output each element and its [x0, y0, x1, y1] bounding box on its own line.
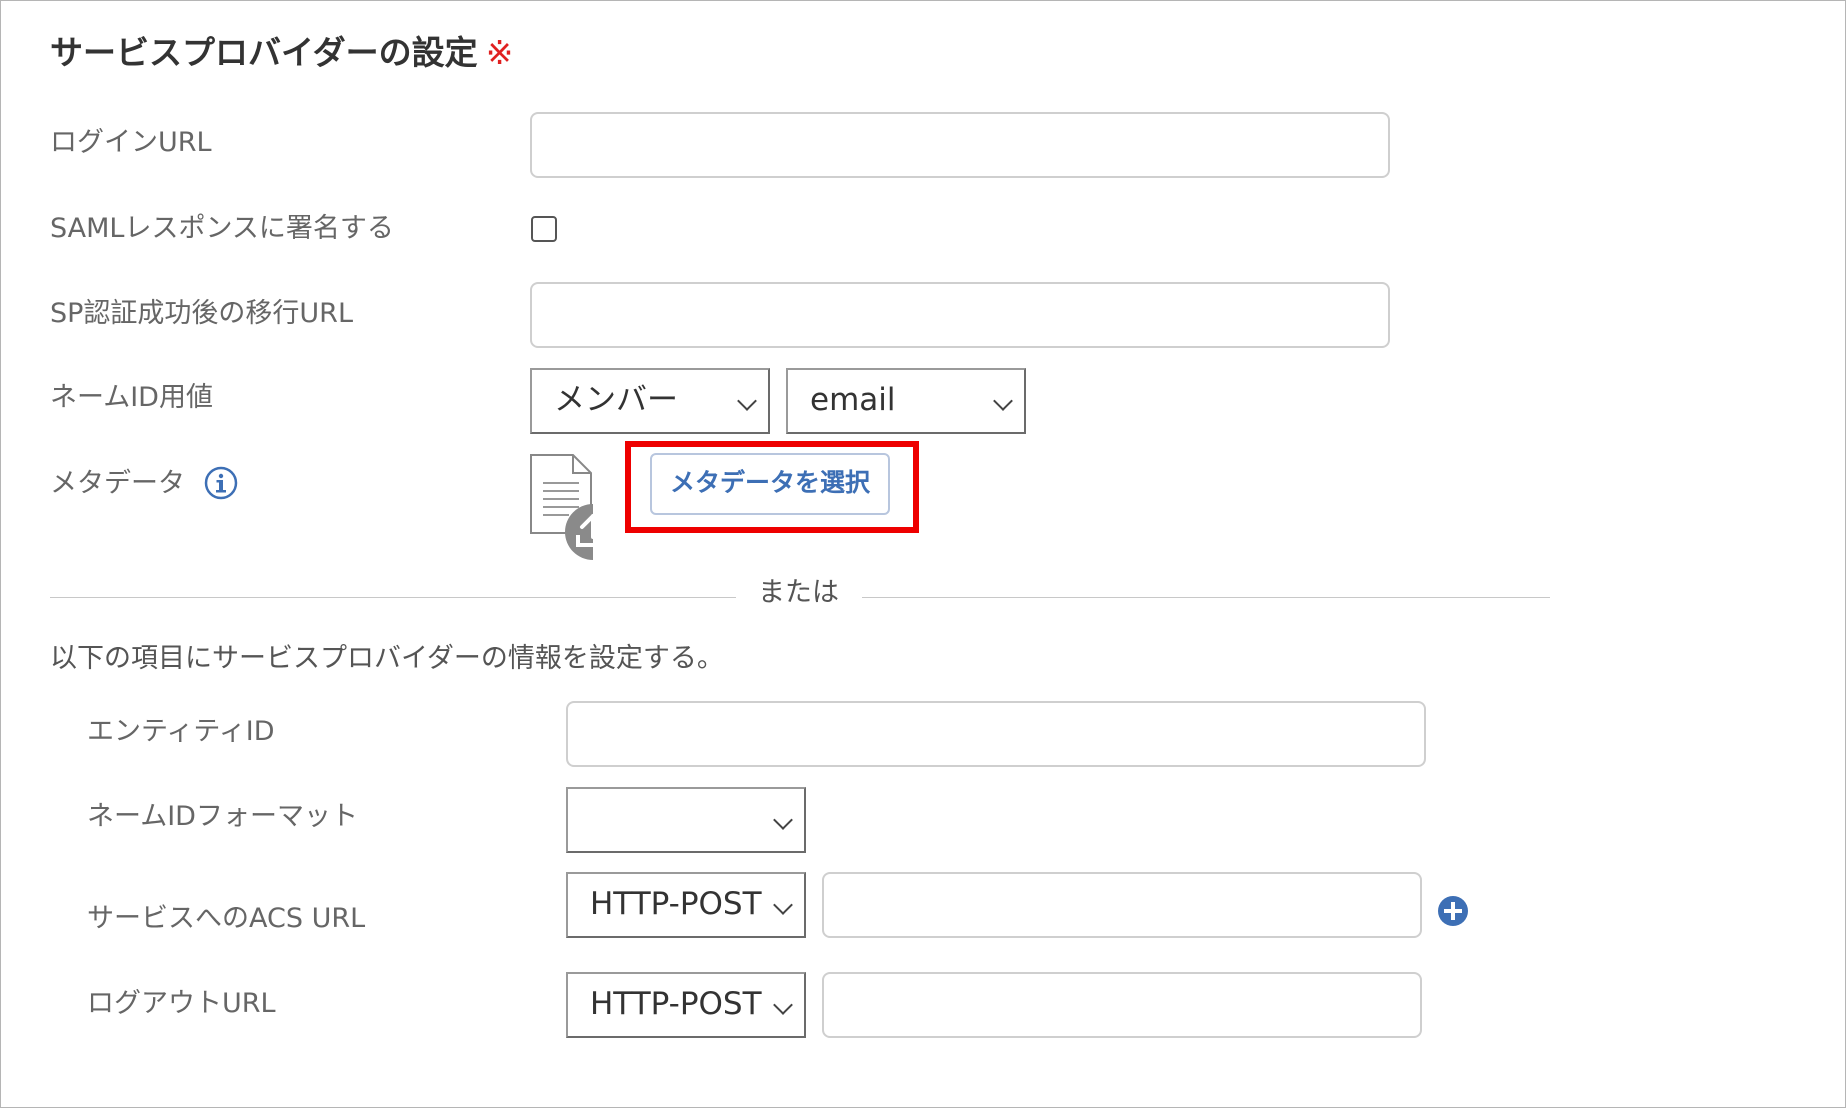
required-mark: ※ [485, 33, 514, 72]
logout-url-label: ログアウトURL [87, 988, 276, 1019]
sign-saml-label: SAMLレスポンスに署名する [50, 213, 394, 244]
acs-url-input[interactable] [822, 872, 1422, 938]
acs-binding-value: HTTP-POST [590, 886, 762, 922]
name-id-value-label: ネームID用値 [50, 382, 213, 413]
divider-right [862, 597, 1550, 598]
or-separator: または [758, 577, 839, 608]
entity-id-input[interactable] [566, 701, 1426, 767]
section-title-text: サービスプロバイダーの設定 [50, 33, 478, 72]
sign-saml-checkbox[interactable] [531, 216, 557, 242]
sp-redirect-url-label: SP認証成功後の移行URL [50, 298, 353, 329]
chevron-down-icon [993, 391, 1013, 411]
name-id-source-value: メンバー [554, 382, 678, 418]
name-id-attribute-value: email [810, 382, 896, 418]
entity-id-label: エンティティID [87, 716, 275, 747]
login-url-label: ログインURL [50, 127, 212, 158]
settings-panel: サービスプロバイダーの設定 ※ ログインURL SAMLレスポンスに署名する SP… [0, 0, 1846, 1108]
section-title: サービスプロバイダーの設定 ※ [50, 31, 513, 75]
acs-url-label: サービスへのACS URL [87, 903, 366, 934]
divider-left [50, 597, 736, 598]
document-upload-icon [530, 454, 593, 560]
acs-binding-select[interactable]: HTTP-POST [566, 872, 806, 938]
logout-binding-select[interactable]: HTTP-POST [566, 972, 806, 1038]
chevron-down-icon [773, 895, 793, 915]
name-id-format-select[interactable] [566, 787, 806, 853]
select-metadata-button[interactable]: メタデータを選択 [650, 453, 890, 515]
logout-url-input[interactable] [822, 972, 1422, 1038]
name-id-attribute-select[interactable]: email [786, 368, 1026, 434]
manual-description: 以下の項目にサービスプロバイダーの情報を設定する。 [50, 643, 724, 674]
sp-redirect-url-input[interactable] [530, 282, 1390, 348]
login-url-input[interactable] [530, 112, 1390, 178]
name-id-source-select[interactable]: メンバー [530, 368, 770, 434]
chevron-down-icon [773, 810, 793, 830]
chevron-down-icon [773, 995, 793, 1015]
info-icon[interactable] [204, 466, 238, 500]
logout-binding-value: HTTP-POST [590, 986, 762, 1022]
plus-circle-icon[interactable] [1437, 895, 1469, 927]
name-id-format-label: ネームIDフォーマット [87, 801, 358, 832]
metadata-label: メタデータ [50, 468, 185, 499]
chevron-down-icon [737, 391, 757, 411]
